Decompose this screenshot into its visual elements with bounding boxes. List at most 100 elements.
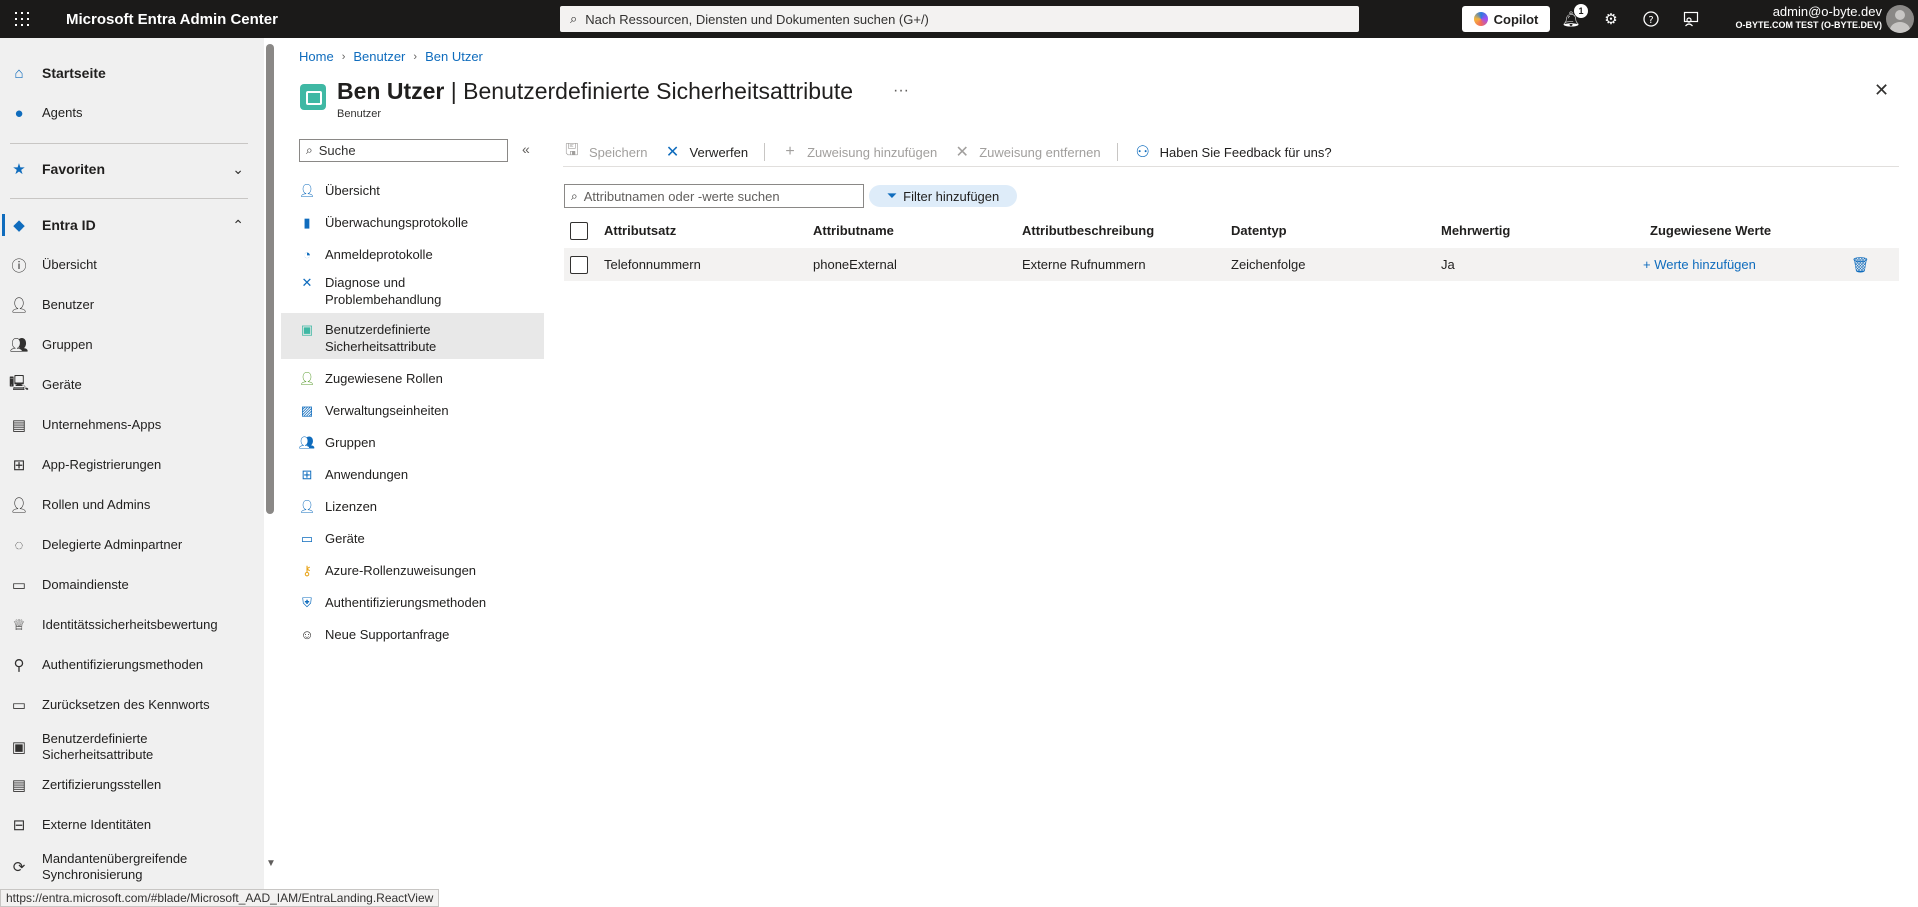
row-checkbox[interactable] — [570, 256, 588, 274]
left-nav-scrollbar[interactable] — [266, 44, 274, 514]
menu-item-diagnose[interactable]: ✕ Diagnose und Problembehandlung — [281, 273, 544, 309]
attribute-search-input[interactable]: ⌕ Attributnamen oder -werte suchen — [564, 184, 864, 208]
global-search-input[interactable]: ⌕ Nach Ressourcen, Diensten und Dokument… — [560, 6, 1359, 32]
save-button[interactable]: 🖫︎ Speichern — [563, 139, 648, 166]
nav-item-label: Delegierte Adminpartner — [42, 537, 183, 552]
nav-item-sicherheitsattribute[interactable]: ▣ Benutzerdefinierte Sicherheitsattribute — [0, 725, 256, 769]
feedback-person-icon — [1683, 11, 1699, 27]
discard-button[interactable]: ✕ Verwerfen — [664, 142, 748, 162]
app-launcher-button[interactable] — [0, 0, 44, 38]
menu-item-gruppen[interactable]: 👥︎ Gruppen — [281, 429, 544, 455]
column-header-attributname[interactable]: Attributname — [813, 223, 894, 238]
nav-home[interactable]: ⌂ Startseite — [0, 53, 256, 93]
nav-entra-id[interactable]: ◆ Entra ID ⌃ — [0, 205, 256, 245]
column-header-zugewiesene-werte[interactable]: Zugewiesene Werte — [1650, 223, 1771, 238]
copilot-button[interactable]: Copilot — [1462, 6, 1550, 32]
chevron-up-icon: ⌃ — [232, 216, 244, 233]
help-button[interactable]: ? — [1640, 8, 1662, 30]
nav-item-domaindienste[interactable]: ▭ Domaindienste — [0, 565, 256, 605]
scroll-down-arrow-icon[interactable]: ▼ — [266, 858, 276, 869]
global-search-placeholder: Nach Ressourcen, Diensten und Dokumenten… — [585, 11, 929, 27]
column-header-datentyp[interactable]: Datentyp — [1231, 223, 1287, 238]
nav-item-identitaetssicherheit[interactable]: ♕ Identitätssicherheitsbewertung — [0, 605, 256, 645]
plus-icon: + — [785, 143, 795, 160]
remove-assignment-button[interactable]: ✕ Zuweisung entfernen — [953, 142, 1100, 162]
nav-agents[interactable]: ● Agents — [0, 93, 256, 133]
nav-favorites[interactable]: ★ Favoriten ⌄ — [0, 149, 256, 189]
nav-item-benutzer[interactable]: 👤︎ Benutzer — [0, 285, 256, 325]
nav-item-label: Gruppen — [42, 337, 93, 352]
nav-item-externe-identitaeten[interactable]: ⊟ Externe Identitäten — [0, 805, 256, 845]
menu-item-authentifizierungsmethoden[interactable]: ⛨ Authentifizierungsmethoden — [281, 589, 544, 615]
column-header-attributsatz[interactable]: Attributsatz — [604, 223, 676, 238]
save-label: Speichern — [589, 144, 648, 160]
nav-item-app-registrierungen[interactable]: ⊞ App-Registrierungen — [0, 445, 256, 485]
user-icon: 👤︎ — [298, 182, 316, 198]
support-person-icon: ☺ — [300, 627, 314, 642]
menu-item-geraete[interactable]: ▭ Geräte — [281, 525, 544, 551]
license-icon: 👤︎ — [298, 498, 316, 514]
nav-item-authentifizierungsmethoden[interactable]: ⚲ Authentifizierungsmethoden — [0, 645, 256, 685]
nav-item-zertifizierungsstellen[interactable]: ▤ Zertifizierungsstellen — [0, 765, 256, 805]
menu-item-ueberwachungsprotokolle[interactable]: ▮ Überwachungsprotokolle — [281, 209, 544, 235]
external-identity-icon: ⊟ — [12, 817, 26, 834]
info-icon: ⓘ — [11, 257, 27, 275]
toolbar-divider-line — [563, 166, 1899, 167]
menu-item-uebersicht[interactable]: 👤︎ Übersicht — [281, 177, 544, 203]
nav-item-rollen-admins[interactable]: 👤︎ Rollen und Admins — [0, 485, 256, 525]
nav-item-label: Übersicht — [42, 257, 97, 272]
notifications-button[interactable]: 🔔︎ 1 — [1560, 4, 1588, 30]
delete-icon[interactable]: 🗑︎ — [1851, 256, 1870, 274]
menu-item-sicherheitsattribute[interactable]: ▣ Benutzerdefinierte Sicherheitsattribute — [281, 313, 544, 359]
cell-beschreibung: Externe Rufnummern — [1022, 257, 1146, 272]
menu-search-input[interactable]: ⌕ Suche — [299, 139, 508, 162]
breadcrumb-home[interactable]: Home — [299, 49, 334, 64]
breadcrumb-benutzer[interactable]: Benutzer — [353, 49, 405, 64]
column-header-beschreibung[interactable]: Attributbeschreibung — [1022, 223, 1154, 238]
account-user: admin@o-byte.dev — [1772, 4, 1882, 19]
settings-button[interactable]: ⚙ — [1600, 8, 1622, 30]
menu-item-azure-rollenzuweisungen[interactable]: ⚷ Azure-Rollenzuweisungen — [281, 557, 544, 583]
add-values-link[interactable]: + Werte hinzufügen — [1643, 257, 1756, 272]
add-filter-button[interactable]: ⏷ Filter hinzufügen — [869, 185, 1017, 207]
nav-agents-label: Agents — [42, 105, 83, 120]
breadcrumb-user[interactable]: Ben Utzer — [425, 49, 483, 64]
feedback-button[interactable] — [1680, 8, 1702, 30]
close-icon[interactable]: ✕ — [1874, 80, 1889, 101]
nav-item-mandantenuebergreifend[interactable]: ⟳ Mandantenübergreifende Synchronisierung — [0, 845, 256, 889]
more-options-button[interactable]: ··· — [893, 82, 909, 100]
group-icon: 👥︎ — [298, 434, 316, 450]
menu-item-label: Diagnose und Problembehandlung — [325, 275, 442, 307]
feedback-link-button[interactable]: ⚇ Haben Sie Feedback für uns? — [1134, 142, 1331, 162]
nav-item-kennwort-zuruecksetzen[interactable]: ▭ Zurücksetzen des Kennworts — [0, 685, 256, 725]
menu-item-lizenzen[interactable]: 👤︎ Lizenzen — [281, 493, 544, 519]
menu-item-zugewiesene-rollen[interactable]: 👤︎ Zugewiesene Rollen — [281, 365, 544, 391]
select-all-checkbox[interactable] — [570, 222, 588, 240]
nav-item-geraete[interactable]: 🖳︎ Geräte — [0, 365, 256, 405]
attribute-icon: ▣ — [11, 739, 27, 756]
page-title-section: | Benutzerdefinierte Sicherheitsattribut… — [444, 78, 854, 104]
auth-icon: ⚲ — [13, 657, 25, 674]
agents-icon: ● — [14, 104, 24, 122]
account-info[interactable]: admin@o-byte.dev O-BYTE.COM TEST (O-BYTE… — [1735, 4, 1882, 30]
nav-item-delegierte-adminpartner[interactable]: ◌ Delegierte Adminpartner — [0, 525, 256, 565]
menu-item-label: Verwaltungseinheiten — [325, 402, 449, 418]
chevron-right-icon: › — [413, 50, 418, 63]
nav-item-gruppen[interactable]: 👥︎ Gruppen — [0, 325, 256, 365]
app-title[interactable]: Microsoft Entra Admin Center — [66, 11, 278, 28]
nav-item-unternehmens-apps[interactable]: ▤ Unternehmens-Apps — [0, 405, 256, 445]
role-icon: 👤︎ — [298, 370, 316, 386]
toolbar-divider — [1116, 143, 1118, 161]
collapse-menu-icon[interactable]: « — [522, 141, 530, 157]
nav-item-uebersicht[interactable]: ⓘ Übersicht — [0, 245, 256, 285]
filter-add-icon: ⏷ — [886, 188, 898, 203]
menu-item-anmeldeprotokolle[interactable]: ◔ Anmeldeprotokolle — [281, 241, 544, 267]
menu-item-verwaltungseinheiten[interactable]: ▨ Verwaltungseinheiten — [281, 397, 544, 423]
page-subtitle: Benutzer — [337, 108, 382, 120]
apps-icon: ▤ — [11, 417, 27, 434]
menu-item-anwendungen[interactable]: ⊞ Anwendungen — [281, 461, 544, 487]
column-header-mehrwertig[interactable]: Mehrwertig — [1441, 223, 1510, 238]
avatar[interactable] — [1886, 5, 1914, 33]
add-assignment-button[interactable]: + Zuweisung hinzufügen — [781, 143, 937, 161]
menu-item-supportanfrage[interactable]: ☺ Neue Supportanfrage — [281, 621, 544, 647]
